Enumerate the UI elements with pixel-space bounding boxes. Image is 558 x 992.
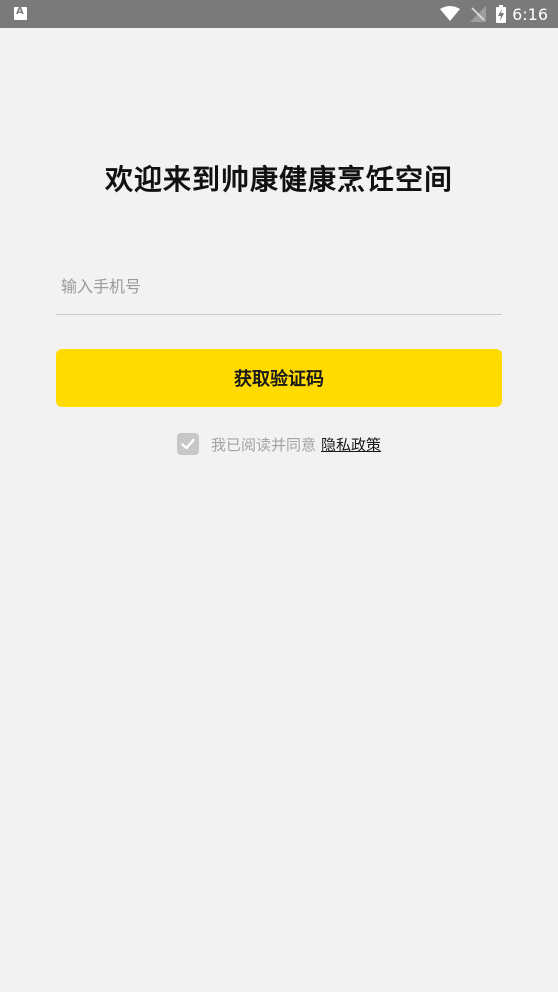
phone-input-container [56, 264, 502, 315]
agreement-row: 我已阅读并同意 隐私政策 [0, 431, 558, 457]
wifi-icon [440, 6, 461, 22]
phone-number-input[interactable] [56, 264, 502, 308]
signal-off-icon [470, 6, 487, 22]
status-bar: 6:16 [0, 0, 558, 28]
checkmark-icon [181, 438, 195, 450]
status-time: 6:16 [512, 4, 548, 24]
agree-checkbox[interactable] [176, 433, 199, 455]
battery-charging-icon [496, 5, 507, 23]
agreement-text: 我已阅读并同意 [210, 435, 316, 454]
get-verification-code-button[interactable]: 获取验证码 [56, 349, 502, 407]
page-title: 欢迎来到帅康健康烹饪空间 [104, 163, 453, 196]
privacy-policy-link[interactable]: 隐私政策 [321, 434, 381, 455]
a-app-icon [14, 6, 27, 20]
status-icons: 6:16 [440, 0, 558, 28]
